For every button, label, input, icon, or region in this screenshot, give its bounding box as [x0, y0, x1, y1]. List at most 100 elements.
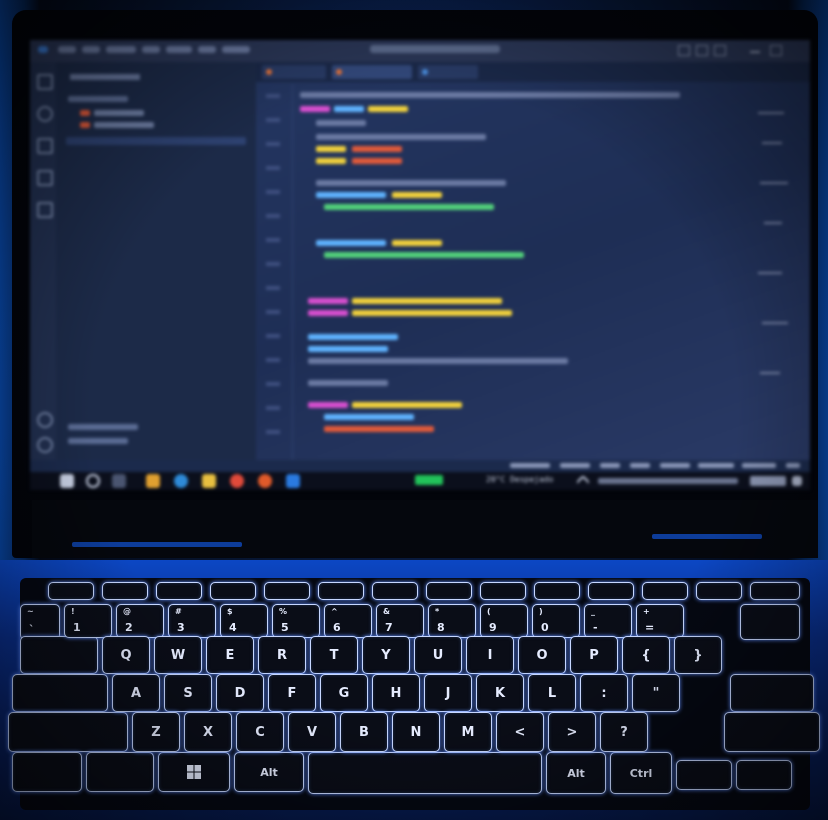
key-fn[interactable] — [264, 582, 310, 600]
key-fn[interactable] — [210, 582, 256, 600]
key-r[interactable]: R — [258, 636, 306, 674]
edge-icon[interactable] — [174, 474, 188, 488]
menu-item[interactable] — [58, 46, 76, 53]
key-arrow-left[interactable] — [676, 760, 732, 790]
selected-file-row[interactable] — [66, 137, 246, 145]
key-l[interactable]: L — [528, 674, 576, 712]
key-fn-bottom[interactable] — [86, 752, 154, 792]
file-row[interactable] — [94, 122, 154, 128]
maximize-icon[interactable] — [770, 45, 782, 56]
layout-icon[interactable] — [696, 45, 708, 56]
debug-icon[interactable] — [37, 170, 53, 186]
key-number[interactable]: * 8 — [428, 604, 476, 638]
layout-icon[interactable] — [678, 45, 690, 56]
key-fn[interactable] — [750, 582, 800, 600]
key-fn[interactable] — [372, 582, 418, 600]
chrome-icon[interactable] — [230, 474, 244, 488]
status-item[interactable] — [560, 463, 590, 468]
minimap[interactable] — [758, 102, 792, 422]
notification-icon[interactable] — [792, 476, 802, 486]
search-icon[interactable] — [37, 106, 53, 122]
vscode-icon[interactable] — [286, 474, 300, 488]
key-number[interactable]: (9 — [480, 604, 528, 638]
timeline-section[interactable] — [68, 438, 128, 444]
key-q[interactable]: Q — [102, 636, 150, 674]
key-w[interactable]: W — [154, 636, 202, 674]
key-alt-right[interactable]: Alt — [546, 752, 606, 794]
key-o[interactable]: O — [518, 636, 566, 674]
layout-icon[interactable] — [714, 45, 726, 56]
folder-row[interactable] — [68, 96, 128, 102]
menu-item[interactable] — [166, 46, 192, 53]
key-number[interactable]: $4 — [220, 604, 268, 638]
key-j[interactable]: J — [424, 674, 472, 712]
status-item[interactable] — [742, 463, 776, 468]
status-item[interactable] — [600, 463, 620, 468]
key-number[interactable]: ) 0 — [532, 604, 580, 638]
status-item[interactable] — [660, 463, 690, 468]
key-s[interactable]: S — [164, 674, 212, 712]
weather-text[interactable]: 20°C Despejado — [486, 475, 553, 484]
key-t[interactable]: T — [310, 636, 358, 674]
account-icon[interactable] — [37, 412, 53, 428]
key-number[interactable]: % 5 — [272, 604, 320, 638]
key-x[interactable]: X — [184, 712, 232, 752]
task-view-icon[interactable] — [112, 474, 126, 488]
key-ctrl-left[interactable] — [12, 752, 82, 792]
bell-icon[interactable] — [786, 463, 800, 468]
close-icon[interactable] — [790, 45, 800, 54]
key-i[interactable]: I — [466, 636, 514, 674]
taskbar-app-icon[interactable] — [146, 474, 160, 488]
status-item[interactable] — [698, 463, 734, 468]
key-punct[interactable]: : — [580, 674, 628, 712]
editor-tab[interactable] — [418, 65, 478, 79]
key-punct[interactable]: " — [632, 674, 680, 712]
key-shift-left[interactable] — [8, 712, 128, 752]
key-windows[interactable] — [158, 752, 230, 792]
menu-item[interactable] — [106, 46, 136, 53]
menu-item[interactable] — [222, 46, 250, 53]
extensions-icon[interactable] — [37, 202, 53, 218]
key-d[interactable]: D — [216, 674, 264, 712]
key-fn[interactable] — [318, 582, 364, 600]
key-punct[interactable]: ? — [600, 712, 648, 752]
code-editor[interactable] — [256, 62, 810, 460]
key-shift-right[interactable] — [724, 712, 820, 752]
key-g[interactable]: G — [320, 674, 368, 712]
key-number[interactable]: @2 — [116, 604, 164, 638]
chevron-up-icon[interactable] — [575, 474, 591, 490]
browser-icon[interactable] — [258, 474, 272, 488]
key-backspace[interactable] — [740, 604, 800, 640]
key-ctrl-right[interactable]: Ctrl — [610, 752, 672, 794]
key-y[interactable]: Y — [362, 636, 410, 674]
key-number[interactable]: & 7 — [376, 604, 424, 638]
key-p[interactable]: P — [570, 636, 618, 674]
key-alt-left[interactable]: Alt — [234, 752, 304, 792]
key-bracket[interactable]: } — [674, 636, 722, 674]
key-capslock[interactable] — [12, 674, 108, 712]
menu-item[interactable] — [142, 46, 160, 53]
key-u[interactable]: U — [414, 636, 462, 674]
key-bracket[interactable]: { — [622, 636, 670, 674]
tray-icons[interactable] — [598, 478, 738, 484]
key-c[interactable]: C — [236, 712, 284, 752]
key-enter[interactable] — [730, 674, 814, 712]
key-fn[interactable] — [480, 582, 526, 600]
menu-item[interactable] — [82, 46, 100, 53]
source-control-icon[interactable] — [37, 138, 53, 154]
key-fn[interactable] — [696, 582, 742, 600]
key-fn[interactable] — [642, 582, 688, 600]
key-punct[interactable]: > — [548, 712, 596, 752]
key-m[interactable]: M — [444, 712, 492, 752]
status-item[interactable] — [510, 463, 550, 468]
key-arrow-down[interactable] — [736, 760, 792, 790]
key-number[interactable]: ! 1 — [64, 604, 112, 638]
key-punct[interactable]: < — [496, 712, 544, 752]
menu-item[interactable] — [198, 46, 216, 53]
key-fn[interactable] — [534, 582, 580, 600]
key-n[interactable]: N — [392, 712, 440, 752]
key-number[interactable]: _ - — [584, 604, 632, 638]
key-space[interactable] — [308, 752, 542, 794]
key-fn[interactable] — [102, 582, 148, 600]
editor-tab[interactable] — [262, 65, 326, 79]
